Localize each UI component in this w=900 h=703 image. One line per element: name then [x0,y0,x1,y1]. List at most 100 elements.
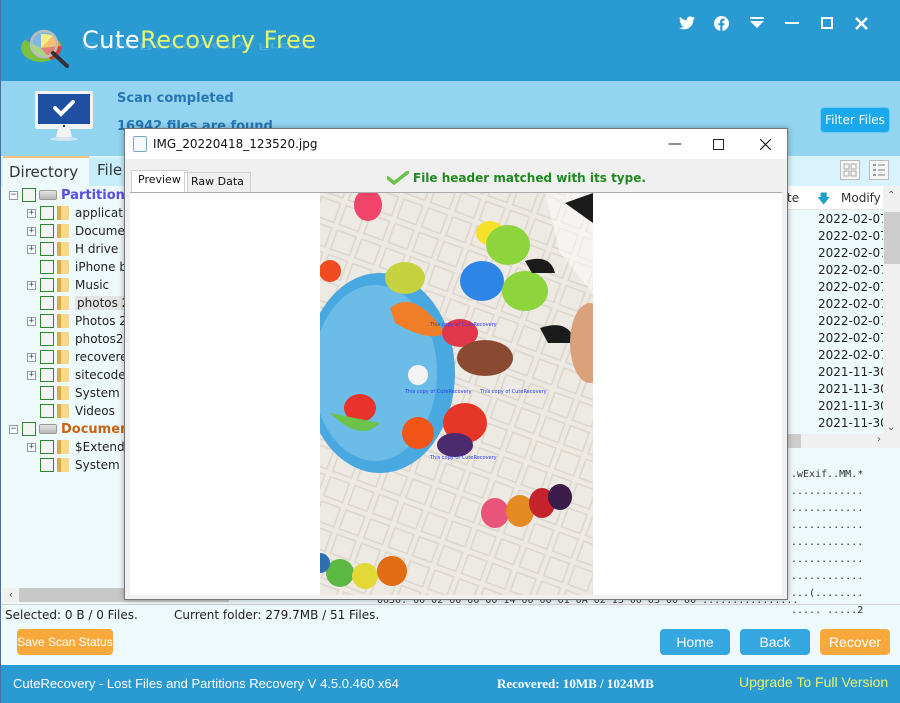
tab-file[interactable]: File [89,158,125,186]
dialog-maximize-icon[interactable] [698,133,738,155]
tree-item[interactable]: System [27,456,120,474]
scroll-down-icon[interactable]: ⌄ [887,422,895,433]
filter-files-button[interactable]: Filter Files [820,107,890,133]
file-list-horizontal-scrollbar[interactable]: › [787,434,883,448]
sort-down-icon[interactable]: 🡇 [817,190,830,212]
tree-item[interactable]: System [27,384,120,402]
modify-date-cell[interactable]: 2022-02-07 [818,279,888,296]
tab-preview[interactable]: Preview [131,170,188,192]
modify-date-cell[interactable]: 2021-11-30 [818,364,888,381]
upgrade-link[interactable]: Upgrade To Full Version [739,674,888,690]
tree-checkbox[interactable] [40,314,54,328]
folder-icon [57,296,69,310]
expand-icon[interactable]: + [27,316,36,326]
tree-checkbox[interactable] [40,224,54,238]
facebook-icon[interactable] [704,10,739,36]
collapse-icon[interactable]: − [9,424,18,434]
tree-item[interactable]: + H drive [27,240,118,258]
hex-ascii-line: ............ [791,554,864,565]
expand-icon[interactable]: + [27,226,36,236]
tree-item[interactable]: photos2 [27,330,124,348]
modify-date-cell[interactable]: 2022-02-07 [818,228,888,245]
save-scan-status-button[interactable]: Save Scan Status [17,629,113,655]
tree-checkbox[interactable] [40,242,54,256]
scroll-up-icon[interactable]: ⌃ [887,190,895,201]
tree-item-label: iPhone b [75,260,125,274]
tree-item[interactable]: iPhone b [27,258,125,276]
folder-icon [57,314,69,328]
twitter-icon[interactable] [669,10,704,36]
scroll-right-icon[interactable]: › [877,434,881,445]
tab-raw-data[interactable]: Raw Data [184,172,251,192]
modify-date-cell[interactable]: 2021-11-30 [818,415,888,432]
modify-date-cell[interactable]: 2022-02-07 [818,245,888,262]
column-header-partial[interactable]: te [787,191,799,205]
tree-item[interactable]: + $Extend [27,438,125,456]
product-version: CuteRecovery - Lost Files and Partitions… [13,676,399,691]
modify-date-cell[interactable]: 2022-02-07 [818,262,888,279]
tree-checkbox[interactable] [40,278,54,292]
tree-checkbox[interactable] [40,404,54,418]
modify-date-cell[interactable]: 2022-02-07 [818,313,888,330]
collapse-icon[interactable]: − [9,190,18,200]
tree-checkbox[interactable] [40,368,54,382]
tree-checkbox[interactable] [40,206,54,220]
close-icon[interactable] [844,10,879,36]
thumbnail-view-icon[interactable] [840,160,860,180]
dialog-minimize-icon[interactable]: — [655,133,695,155]
expand-icon[interactable]: + [27,370,36,380]
tree-item[interactable]: + applicat [27,204,123,222]
modify-date-cell[interactable]: 2022-02-07 [818,347,888,364]
tree-checkbox[interactable] [22,188,36,202]
hex-ascii-line: ...(........ [791,588,864,599]
scroll-left-icon[interactable]: ‹ [3,588,19,602]
back-button[interactable]: Back [740,629,810,655]
tree-item-label: recovere [75,350,125,364]
svg-text:This copy of CuteRecovery: This copy of CuteRecovery [404,389,472,395]
menu-icon[interactable] [739,10,774,36]
tree-item[interactable]: photos 2 [27,294,125,312]
directory-tree[interactable]: − Partition(I + applicat + Docume + H drive iPho… [3,186,125,588]
tree-item[interactable]: + Photos 2 [27,312,125,330]
maximize-icon[interactable] [809,10,844,36]
tree-checkbox[interactable] [40,458,54,472]
tree-item[interactable]: − Partition(I [9,186,125,204]
tree-checkbox[interactable] [40,332,54,346]
file-list-vertical-scrollbar[interactable]: ⌃ ⌄ [883,186,900,448]
dialog-title-bar[interactable]: IMG_20220418_123520.jpg — [125,129,787,159]
tree-item[interactable]: − Document [9,420,125,438]
home-button[interactable]: Home [660,629,730,655]
modify-date-cell[interactable]: 2021-11-30 [818,381,888,398]
tree-checkbox[interactable] [22,422,36,436]
dialog-close-icon[interactable] [745,133,785,155]
expand-icon[interactable]: + [27,208,36,218]
tree-item[interactable]: + Docume [27,222,125,240]
expand-icon[interactable]: + [27,442,36,452]
list-view-icon[interactable] [869,160,889,180]
tab-directory[interactable]: Directory [3,156,89,186]
tree-checkbox[interactable] [40,296,54,310]
minimize-icon[interactable] [774,10,809,36]
tree-item[interactable]: Videos [27,402,115,420]
tree-line [27,335,36,344]
scrollbar-thumb[interactable] [884,212,900,264]
expand-icon[interactable]: + [27,244,36,254]
recover-button[interactable]: Recover [820,629,890,655]
tree-checkbox[interactable] [40,386,54,400]
app-title-reflection: CuteRecovery Free [82,40,308,52]
modify-date-cell[interactable]: 2022-02-07 [818,296,888,313]
modify-date-cell[interactable]: 2022-02-07 [818,330,888,347]
tree-checkbox[interactable] [40,260,54,274]
expand-icon[interactable]: + [27,352,36,362]
tree-checkbox[interactable] [40,440,54,454]
tree-item[interactable]: + Music [27,276,109,294]
tree-checkbox[interactable] [40,350,54,364]
tree-item[interactable]: + recovere [27,348,125,366]
hex-ascii-line: ............ [791,571,864,582]
modify-date-cell[interactable]: 2022-02-07 [818,211,888,228]
modify-date-cell[interactable]: 2021-11-30 [818,398,888,415]
tree-item[interactable]: + sitecode [27,366,125,384]
title-bar: CuteRecovery Free CuteRecovery Free [1,0,900,81]
expand-icon[interactable]: + [27,280,36,290]
tree-item-label: applicat [75,206,123,220]
